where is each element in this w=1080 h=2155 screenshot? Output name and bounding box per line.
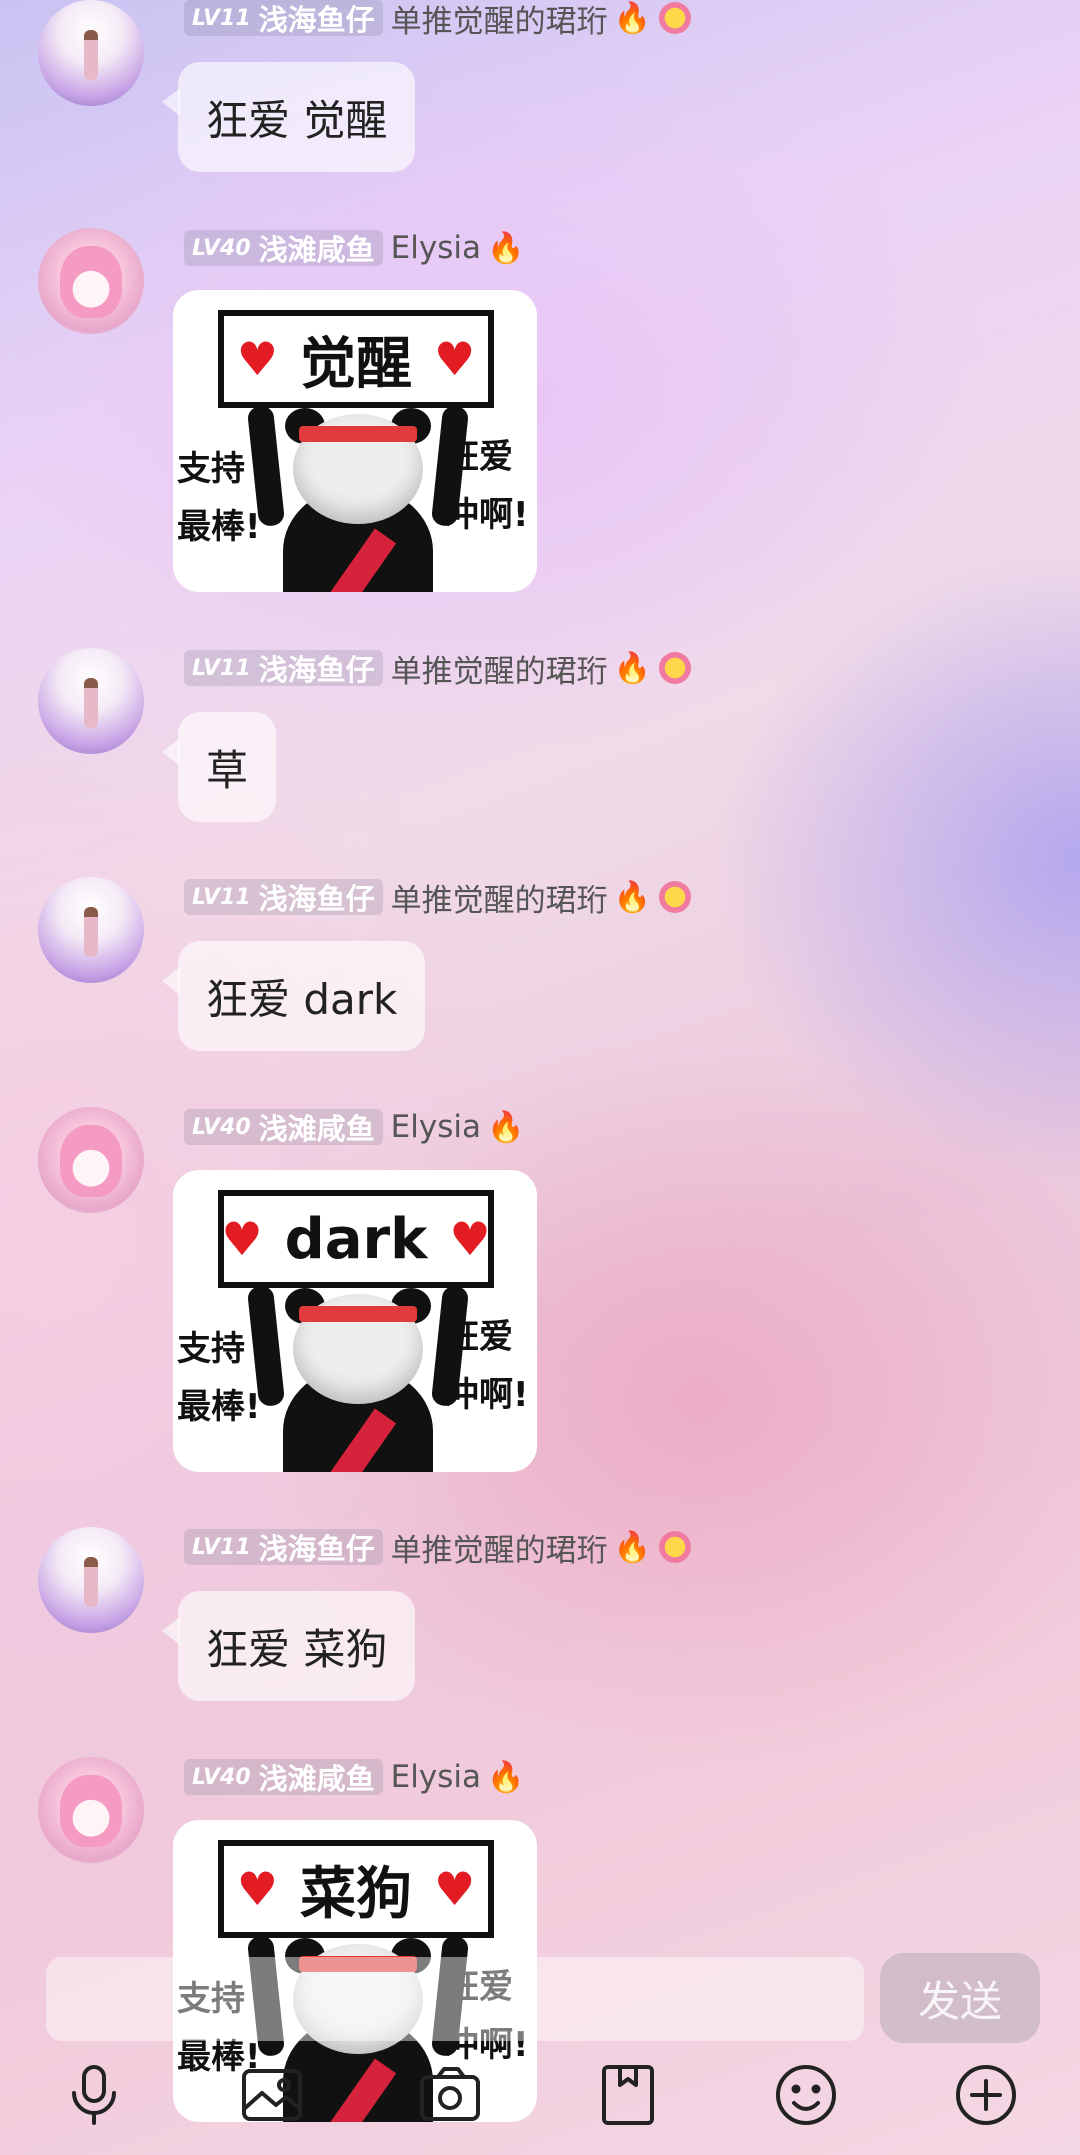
message-input[interactable] bbox=[46, 1957, 864, 2041]
level-badge: LV11 浅海鱼仔 bbox=[184, 1529, 383, 1566]
nickname[interactable]: 单推觉醒的珺珩 bbox=[391, 875, 608, 920]
message-meta: LV11 浅海鱼仔 单推觉醒的珺珩 🔥 bbox=[184, 0, 692, 41]
message-meta: LV11 浅海鱼仔 单推觉醒的珺珩 🔥 bbox=[184, 875, 692, 920]
group-title: 浅滩咸鱼 bbox=[258, 1762, 375, 1796]
avatar[interactable] bbox=[38, 228, 144, 334]
message-text: 狂爱 dark bbox=[206, 974, 398, 1024]
flower-emoji-icon bbox=[659, 2, 692, 34]
nickname[interactable]: 单推觉醒的珺珩 bbox=[391, 0, 608, 41]
avatar[interactable] bbox=[38, 0, 144, 106]
level-text: LV11 bbox=[192, 655, 251, 681]
level-badge: LV11 浅海鱼仔 bbox=[184, 879, 383, 916]
nickname[interactable]: Elysia bbox=[391, 1109, 481, 1145]
send-button[interactable]: 发送 bbox=[880, 1953, 1040, 2043]
sticker-image[interactable]: ♥ 觉醒 ♥ 支持 最棒! 狂爱 冲啊! bbox=[173, 290, 537, 592]
level-text: LV11 bbox=[192, 884, 251, 910]
level-badge: LV40 浅滩咸鱼 bbox=[184, 1759, 383, 1796]
heart-icon: ♥ bbox=[221, 1212, 263, 1266]
fire-icon: 🔥 bbox=[613, 0, 652, 36]
fire-icon: 🔥 bbox=[486, 1759, 525, 1795]
fire-icon: 🔥 bbox=[613, 1529, 652, 1565]
heart-icon: ♥ bbox=[449, 1212, 491, 1266]
nickname[interactable]: 单推觉醒的珺珩 bbox=[391, 646, 608, 691]
level-text: LV40 bbox=[192, 235, 251, 261]
level-badge: LV11 浅海鱼仔 bbox=[184, 0, 383, 37]
panda-figure bbox=[246, 1284, 470, 1472]
message-bubble[interactable]: 狂爱 dark bbox=[161, 941, 426, 1051]
group-title: 浅滩咸鱼 bbox=[258, 233, 375, 267]
avatar[interactable] bbox=[38, 1527, 144, 1633]
message-meta: LV40 浅滩咸鱼 Elysia 🔥 bbox=[184, 228, 524, 268]
sticker-sign: ♥ 觉醒 ♥ bbox=[218, 310, 494, 408]
message-text: 狂爱 菜狗 bbox=[206, 1624, 388, 1674]
heart-icon: ♥ bbox=[236, 1862, 278, 1916]
sticker-right-text: 狂爱 冲啊! bbox=[445, 1317, 529, 1415]
nickname[interactable]: 单推觉醒的珺珩 bbox=[391, 1525, 608, 1570]
level-badge: LV40 浅滩咸鱼 bbox=[184, 1109, 383, 1146]
emoji-icon[interactable] bbox=[766, 2055, 846, 2135]
heart-icon: ♥ bbox=[434, 1862, 476, 1916]
message-bubble[interactable]: 草 bbox=[161, 712, 277, 822]
level-text: LV40 bbox=[192, 1114, 251, 1140]
bottom-toolbar bbox=[0, 2055, 1080, 2145]
flower-emoji-icon bbox=[659, 881, 692, 913]
level-text: LV40 bbox=[192, 1764, 251, 1790]
group-title: 浅海鱼仔 bbox=[258, 882, 375, 916]
message-meta: LV11 浅海鱼仔 单推觉醒的珺珩 🔥 bbox=[184, 1525, 692, 1570]
fire-icon: 🔥 bbox=[486, 1109, 525, 1145]
sticker-sign-text: dark bbox=[284, 1206, 428, 1272]
sticker-right-text: 狂爱 冲啊! bbox=[445, 437, 529, 535]
sticker-left-text: 支持 最棒! bbox=[177, 449, 261, 547]
sticker-sign-text: 菜狗 bbox=[300, 1861, 412, 1927]
group-title: 浅滩咸鱼 bbox=[258, 1112, 375, 1146]
level-badge: LV40 浅滩咸鱼 bbox=[184, 230, 383, 267]
sticker-image[interactable]: ♥ dark ♥ 支持 最棒! 狂爱 冲啊! bbox=[173, 1170, 537, 1472]
message-meta: LV11 浅海鱼仔 单推觉醒的珺珩 🔥 bbox=[184, 646, 692, 691]
camera-icon[interactable] bbox=[410, 2055, 490, 2135]
heart-icon: ♥ bbox=[236, 332, 278, 386]
sticker-left-text: 支持 最棒! bbox=[177, 1329, 261, 1427]
message-bubble[interactable]: 狂爱 觉醒 bbox=[161, 62, 416, 172]
avatar[interactable] bbox=[38, 877, 144, 983]
message-meta: LV40 浅滩咸鱼 Elysia 🔥 bbox=[184, 1757, 524, 1797]
message-text: 草 bbox=[206, 745, 249, 795]
sticker-sign: ♥ 菜狗 ♥ bbox=[218, 1840, 494, 1938]
message-text: 狂爱 觉醒 bbox=[206, 95, 388, 145]
image-icon[interactable] bbox=[232, 2055, 312, 2135]
level-badge: LV11 浅海鱼仔 bbox=[184, 650, 383, 687]
group-title: 浅海鱼仔 bbox=[258, 653, 375, 687]
fire-icon: 🔥 bbox=[486, 230, 525, 266]
send-button-label: 发送 bbox=[917, 1976, 1002, 2026]
message-bubble[interactable]: 狂爱 菜狗 bbox=[161, 1591, 416, 1701]
message-meta: LV40 浅滩咸鱼 Elysia 🔥 bbox=[184, 1107, 524, 1147]
sticker-sign-text: 觉醒 bbox=[300, 331, 412, 397]
avatar[interactable] bbox=[38, 1107, 144, 1213]
sticker-sign: ♥ dark ♥ bbox=[218, 1190, 494, 1288]
nickname[interactable]: Elysia bbox=[391, 230, 481, 266]
panda-figure bbox=[246, 404, 470, 592]
group-title: 浅海鱼仔 bbox=[258, 3, 375, 37]
avatar[interactable] bbox=[38, 1757, 144, 1863]
group-title: 浅海鱼仔 bbox=[258, 1532, 375, 1566]
avatar[interactable] bbox=[38, 648, 144, 754]
flower-emoji-icon bbox=[659, 1531, 692, 1563]
plus-icon[interactable] bbox=[946, 2055, 1026, 2135]
microphone-icon[interactable] bbox=[54, 2055, 134, 2135]
flower-emoji-icon bbox=[659, 652, 692, 684]
level-text: LV11 bbox=[192, 1534, 251, 1560]
nickname[interactable]: Elysia bbox=[391, 1759, 481, 1795]
fire-icon: 🔥 bbox=[613, 879, 652, 915]
file-icon[interactable] bbox=[588, 2055, 668, 2135]
heart-icon: ♥ bbox=[434, 332, 476, 386]
fire-icon: 🔥 bbox=[613, 650, 652, 686]
level-text: LV11 bbox=[192, 5, 251, 31]
